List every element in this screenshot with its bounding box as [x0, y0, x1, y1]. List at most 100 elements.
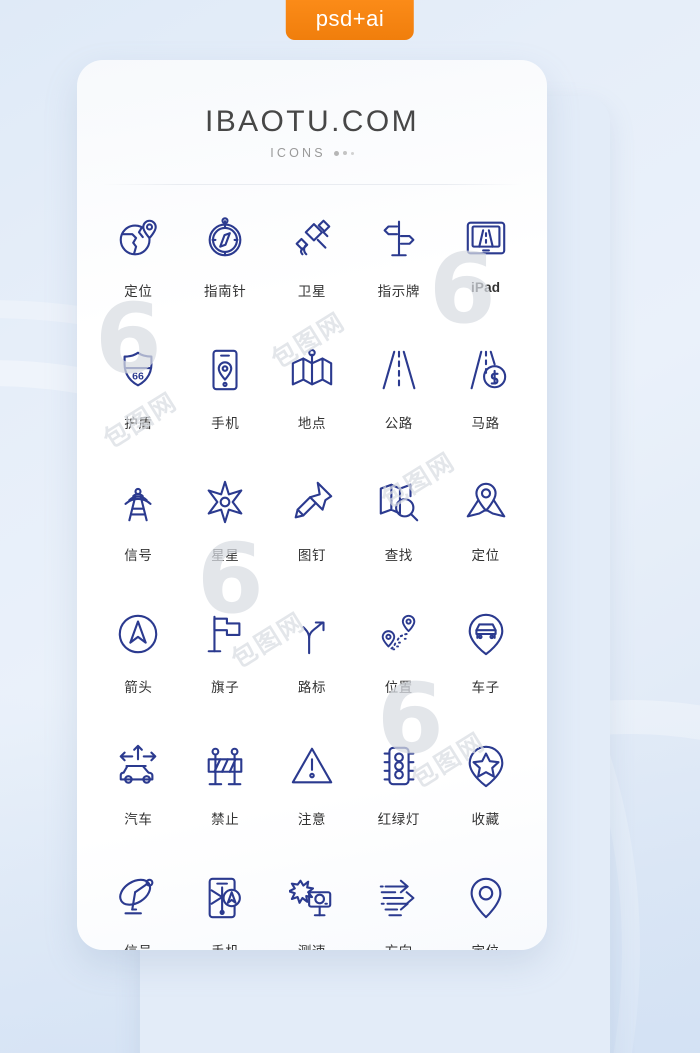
icon-label: 卫星 — [297, 284, 327, 299]
card-subtitle: ICONS — [77, 146, 547, 160]
icon-label: 定位 — [471, 940, 499, 950]
icon-set-card: IBAOTU.COM ICONS 6 6 6 6 包图网 包图网 包图网 包图网… — [77, 60, 547, 950]
road-fork-icon — [289, 605, 335, 663]
icon-cell-traffic-light[interactable]: 红绿灯 — [355, 729, 442, 849]
icon-cell-map-search[interactable]: 查找 — [355, 465, 442, 585]
star-pin-icon — [463, 737, 509, 795]
toll-road-dollar-icon — [463, 341, 509, 399]
location-pin-icon — [463, 869, 509, 927]
route-shield-66-icon: 66 — [115, 341, 161, 399]
icon-cell-phone-pin[interactable]: 手机 — [182, 333, 269, 453]
map-search-icon — [376, 473, 422, 531]
flag-icon — [202, 605, 248, 663]
phone-pin-icon — [202, 341, 248, 399]
compass-star-icon — [202, 473, 248, 531]
icon-label: 旗子 — [211, 680, 240, 695]
icon-label: 星星 — [211, 548, 240, 563]
icon-cell-direction-arrows[interactable]: 方向 — [355, 861, 442, 950]
icon-label: 红绿灯 — [377, 812, 420, 827]
phone-navigation-icon — [202, 869, 248, 927]
icon-cell-car-pin[interactable]: 车子 — [442, 597, 529, 717]
icon-label: 图钉 — [297, 548, 327, 563]
format-tag: psd+ai — [285, 0, 415, 41]
icon-cell-warning-triangle[interactable]: 注意 — [269, 729, 356, 849]
icon-cell-toll-road-dollar[interactable]: 马路 — [442, 333, 529, 453]
highway-icon — [376, 341, 422, 399]
icon-label: 禁止 — [211, 812, 240, 827]
icon-cell-satellite[interactable]: 卫星 — [269, 201, 356, 321]
icon-label: 车子 — [471, 680, 500, 695]
globe-pin-icon — [115, 209, 161, 267]
icon-label: 信号 — [124, 940, 152, 950]
icon-cell-navigation-arrow[interactable]: 箭头 — [95, 597, 182, 717]
icon-label: 定位 — [124, 284, 153, 299]
map-location-pin-icon — [463, 473, 509, 531]
icon-label: 护盾 — [124, 416, 153, 431]
svg-text:66: 66 — [133, 371, 145, 383]
icon-cell-compass[interactable]: 指南针 — [182, 201, 269, 321]
icon-label: 马路 — [471, 416, 500, 431]
car-directions-icon — [115, 737, 161, 795]
icon-cell-satellite-dish[interactable]: 信号 — [95, 861, 182, 950]
icon-label: 公路 — [384, 416, 413, 431]
icon-label: 查找 — [384, 548, 413, 563]
icon-label: 手机 — [211, 940, 239, 950]
icon-cell-star-pin[interactable]: 收藏 — [442, 729, 529, 849]
signal-tower-icon — [115, 473, 161, 531]
header-divider — [103, 184, 521, 185]
icon-label: 路标 — [297, 680, 327, 695]
icon-cell-map-location-pin[interactable]: 定位 — [442, 465, 529, 585]
icon-cell-pushpin[interactable]: 图钉 — [269, 465, 356, 585]
icon-cell-phone-navigation[interactable]: 手机 — [182, 861, 269, 950]
icon-label: 箭头 — [124, 680, 153, 695]
icon-cell-highway[interactable]: 公路 — [355, 333, 442, 453]
folded-map-pin-icon — [289, 341, 335, 399]
icon-label: 信号 — [124, 548, 153, 563]
icon-cell-flag[interactable]: 旗子 — [182, 597, 269, 717]
icon-label: 测速 — [298, 940, 326, 950]
signpost-icon — [376, 209, 422, 267]
icon-label: 收藏 — [471, 812, 500, 827]
icon-label: 汽车 — [124, 812, 153, 827]
icon-label: 指南针 — [204, 284, 247, 299]
traffic-light-icon — [376, 737, 422, 795]
icon-label: 位置 — [384, 680, 413, 695]
icon-cell-globe-pin[interactable]: 定位 — [95, 201, 182, 321]
card-header: IBAOTU.COM ICONS — [77, 60, 547, 160]
icon-cell-compass-star[interactable]: 星星 — [182, 465, 269, 585]
icon-label: 定位 — [471, 548, 500, 563]
icon-cell-ipad-road[interactable]: iPad — [442, 201, 529, 321]
icon-cell-route-shield-66[interactable]: 66 护盾 — [95, 333, 182, 453]
icon-cell-road-fork[interactable]: 路标 — [269, 597, 356, 717]
dots-decoration — [333, 150, 354, 156]
icon-cell-speed-camera[interactable]: 测速 — [269, 861, 356, 950]
icon-cell-road-barrier[interactable]: 禁止 — [182, 729, 269, 849]
route-pins-icon — [376, 605, 422, 663]
icon-grid: 6 6 6 6 包图网 包图网 包图网 包图网 包图网 定位 指南针 卫星 指示牌 iP… — [77, 201, 547, 950]
pushpin-icon — [289, 473, 335, 531]
compass-icon — [202, 209, 248, 267]
icon-cell-location-pin[interactable]: 定位 — [442, 861, 529, 950]
direction-arrows-icon — [376, 869, 422, 927]
icon-cell-car-directions[interactable]: 汽车 — [95, 729, 182, 849]
icon-cell-signpost[interactable]: 指示牌 — [355, 201, 442, 321]
icon-label: 注意 — [297, 812, 327, 827]
navigation-arrow-icon — [115, 605, 161, 663]
speed-camera-icon — [288, 869, 335, 927]
icon-cell-folded-map-pin[interactable]: 地点 — [269, 333, 356, 453]
icon-label: iPad — [470, 280, 501, 295]
icon-label: 指示牌 — [377, 284, 420, 299]
satellite-dish-icon — [115, 869, 161, 927]
warning-triangle-icon — [289, 737, 335, 795]
brand-title: IBAOTU.COM — [204, 105, 419, 138]
icon-label: 方向 — [385, 940, 413, 950]
car-pin-icon — [463, 605, 509, 663]
ipad-road-icon — [463, 209, 509, 267]
icon-label: 手机 — [211, 416, 240, 431]
road-barrier-icon — [202, 737, 248, 795]
icon-cell-route-pins[interactable]: 位置 — [355, 597, 442, 717]
icon-label: 地点 — [297, 416, 327, 431]
icon-cell-signal-tower[interactable]: 信号 — [95, 465, 182, 585]
satellite-icon — [289, 209, 335, 267]
subtitle-text: ICONS — [270, 146, 326, 160]
